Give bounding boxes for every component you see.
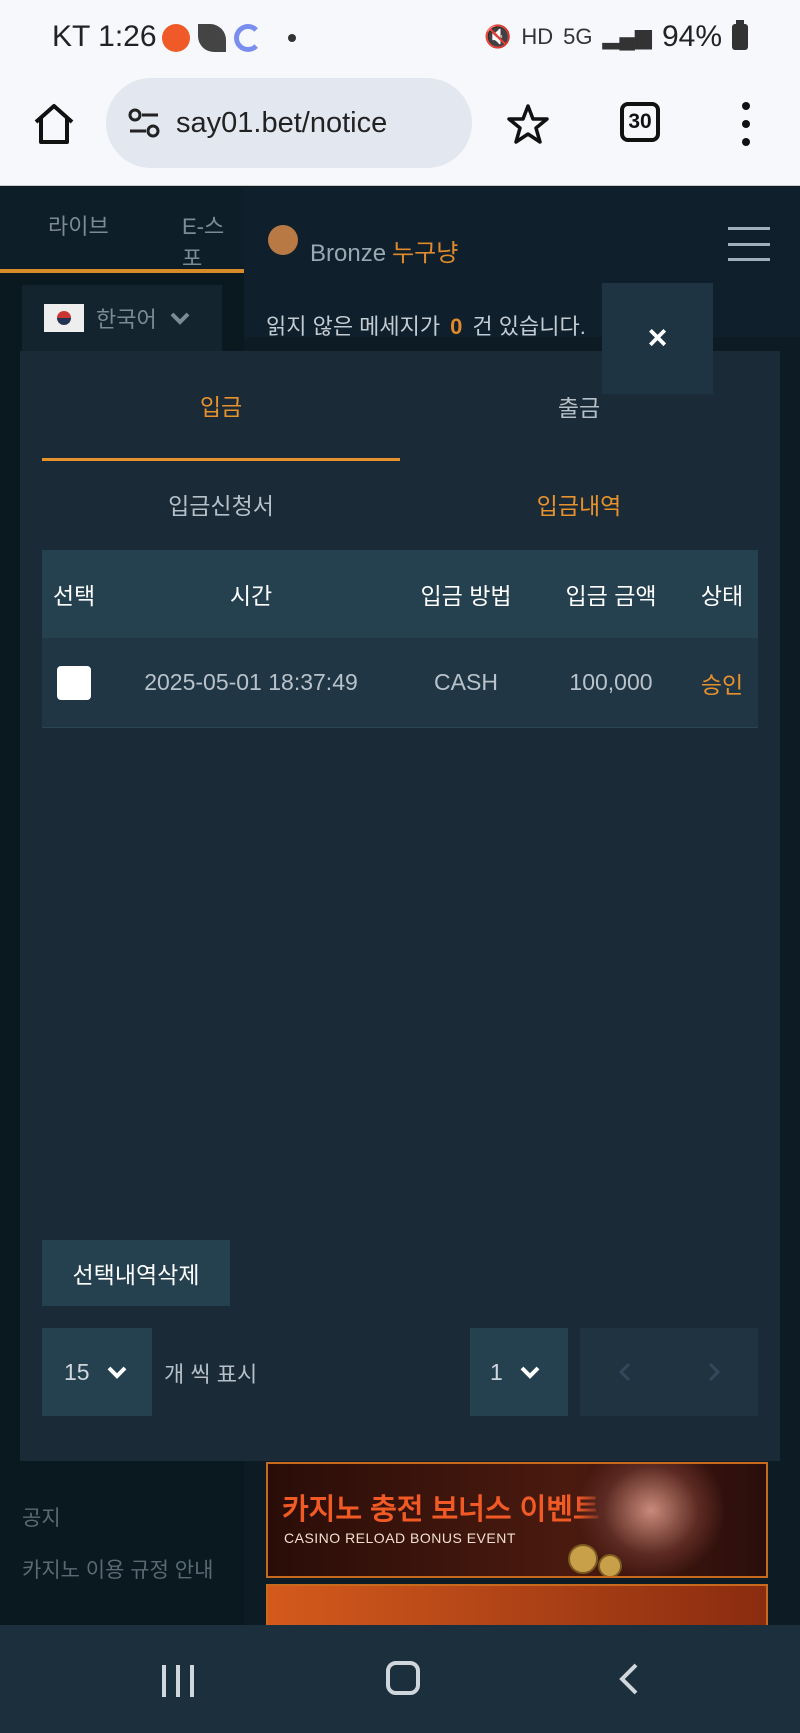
app-notification-icon: [162, 24, 190, 52]
sidebar-links: 공지 카지노 이용 규정 안내: [22, 1502, 213, 1606]
tab-deposit-history[interactable]: 입금내역: [400, 461, 758, 547]
casino-reload-banner[interactable]: 카지노 충전 보너스 이벤트 CASINO RELOAD BONUS EVENT: [266, 1462, 768, 1578]
url-text[interactable]: say01.bet/notice: [176, 107, 387, 140]
header-amount: 입금 금액: [565, 583, 657, 609]
chevron-right-icon: [708, 1362, 720, 1382]
leaf-icon: [198, 24, 226, 52]
message-prefix: 읽지 않은 메세지가: [266, 314, 441, 339]
chevron-left-icon: [618, 1362, 630, 1382]
user-rank: Bronze 누구냥: [310, 233, 458, 268]
site-settings-icon[interactable]: [126, 105, 162, 141]
coin-icon: [598, 1554, 622, 1576]
user-header: Bronze 누구냥 읽지 않은 메세지가 0 건 있습니다.: [244, 187, 800, 339]
chevron-down-icon: [170, 312, 190, 325]
per-page-label: 개 씩 표시: [164, 1362, 258, 1387]
browser-toolbar: say01.bet/notice 30: [0, 76, 800, 186]
page-number-value: 1: [490, 1358, 503, 1385]
sub-tabs: 입금신청서 입금내역: [42, 461, 758, 547]
chevron-down-icon: [107, 1366, 127, 1379]
back-icon[interactable]: [612, 1661, 648, 1697]
rank-label: Bronze: [310, 240, 387, 267]
tab-deposit[interactable]: 입금: [42, 351, 400, 461]
system-nav-bar: [0, 1625, 800, 1733]
status-time: KT 1:26: [52, 20, 157, 53]
sync-icon: [234, 24, 262, 52]
bronze-medal-icon: [268, 225, 298, 255]
unread-messages[interactable]: 읽지 않은 메세지가 0 건 있습니다.: [266, 309, 586, 341]
signal-icon: ▂▄▆: [602, 24, 652, 49]
coin-icon: [568, 1544, 598, 1574]
row-checkbox[interactable]: [57, 665, 91, 700]
tab-esports[interactable]: E-스포: [182, 209, 244, 273]
url-bar[interactable]: say01.bet/notice: [106, 78, 472, 168]
pagination: [580, 1328, 758, 1416]
5g-icon: 5G: [563, 24, 593, 49]
battery-percent: 94%: [661, 20, 722, 53]
prev-page-button[interactable]: [580, 1328, 669, 1416]
username[interactable]: 누구냥: [392, 240, 458, 267]
recent-apps-icon[interactable]: [162, 1665, 194, 1697]
per-page-select[interactable]: 15: [42, 1328, 152, 1416]
table-row: 2025-05-01 18:37:49 CASH 100,000 승인: [42, 638, 758, 728]
row-select: [42, 665, 106, 700]
delete-selected-button[interactable]: 선택내역삭제: [42, 1240, 230, 1306]
message-count: 0: [450, 314, 463, 339]
promo-banner-2[interactable]: [266, 1584, 768, 1628]
hamburger-menu-icon[interactable]: [728, 227, 770, 261]
deposit-history-table: 선택 시간 입금 방법 입금 금액 상태 2025-05-01 18:37:49…: [42, 550, 758, 728]
header-method: 입금 방법: [420, 583, 512, 609]
next-page-button[interactable]: [669, 1328, 758, 1416]
status-bar: KT 1:26 🔇 HD 5G ▂▄▆ 94%: [0, 0, 800, 76]
header-time: 시간: [229, 583, 273, 609]
chevron-down-icon: [520, 1366, 540, 1379]
status-app-icons: [162, 24, 296, 52]
deposit-modal: 입금 출금 입금신청서 입금내역 선택 시간 입금 방법 입금 금액 상태 20…: [20, 351, 780, 1461]
tab-live[interactable]: 라이브: [48, 209, 109, 241]
per-page-value: 15: [64, 1358, 90, 1385]
status-right: 🔇 HD 5G ▂▄▆ 94%: [484, 20, 748, 54]
korea-flag-icon: [44, 304, 84, 332]
row-amount: 100,000: [569, 669, 653, 695]
mute-icon: 🔇: [483, 24, 512, 49]
banner-subtitle: CASINO RELOAD BONUS EVENT: [284, 1530, 516, 1546]
language-label: 한국어: [96, 307, 157, 332]
link-casino-rules[interactable]: 카지노 이용 규정 안내: [22, 1554, 213, 1584]
more-notifications-icon: [288, 34, 296, 42]
browser-menu-icon[interactable]: [736, 102, 756, 146]
hd-icon: HD: [521, 24, 554, 49]
message-suffix: 건 있습니다.: [472, 314, 586, 339]
tab-switcher-button[interactable]: 30: [620, 102, 660, 142]
sidebar-top-tabs: 라이브 E-스포: [0, 187, 244, 273]
row-time: 2025-05-01 18:37:49: [144, 669, 358, 695]
page-number-select[interactable]: 1: [470, 1328, 568, 1416]
header-select: 선택: [52, 583, 96, 609]
language-select[interactable]: 한국어: [22, 285, 222, 351]
link-notice[interactable]: 공지: [22, 1502, 213, 1532]
table-header: 선택 시간 입금 방법 입금 금액 상태: [42, 550, 758, 638]
tab-deposit-request[interactable]: 입금신청서: [42, 461, 400, 547]
banner-title: 카지노 충전 보너스 이벤트: [282, 1494, 600, 1526]
row-status: 승인: [700, 671, 744, 698]
bookmark-star-icon[interactable]: [506, 102, 550, 146]
row-method: CASH: [434, 669, 498, 695]
close-button[interactable]: ×: [602, 283, 713, 394]
header-status: 상태: [700, 583, 744, 609]
battery-icon: [732, 20, 748, 50]
home-icon[interactable]: [30, 100, 78, 148]
home-nav-icon[interactable]: [386, 1661, 420, 1695]
